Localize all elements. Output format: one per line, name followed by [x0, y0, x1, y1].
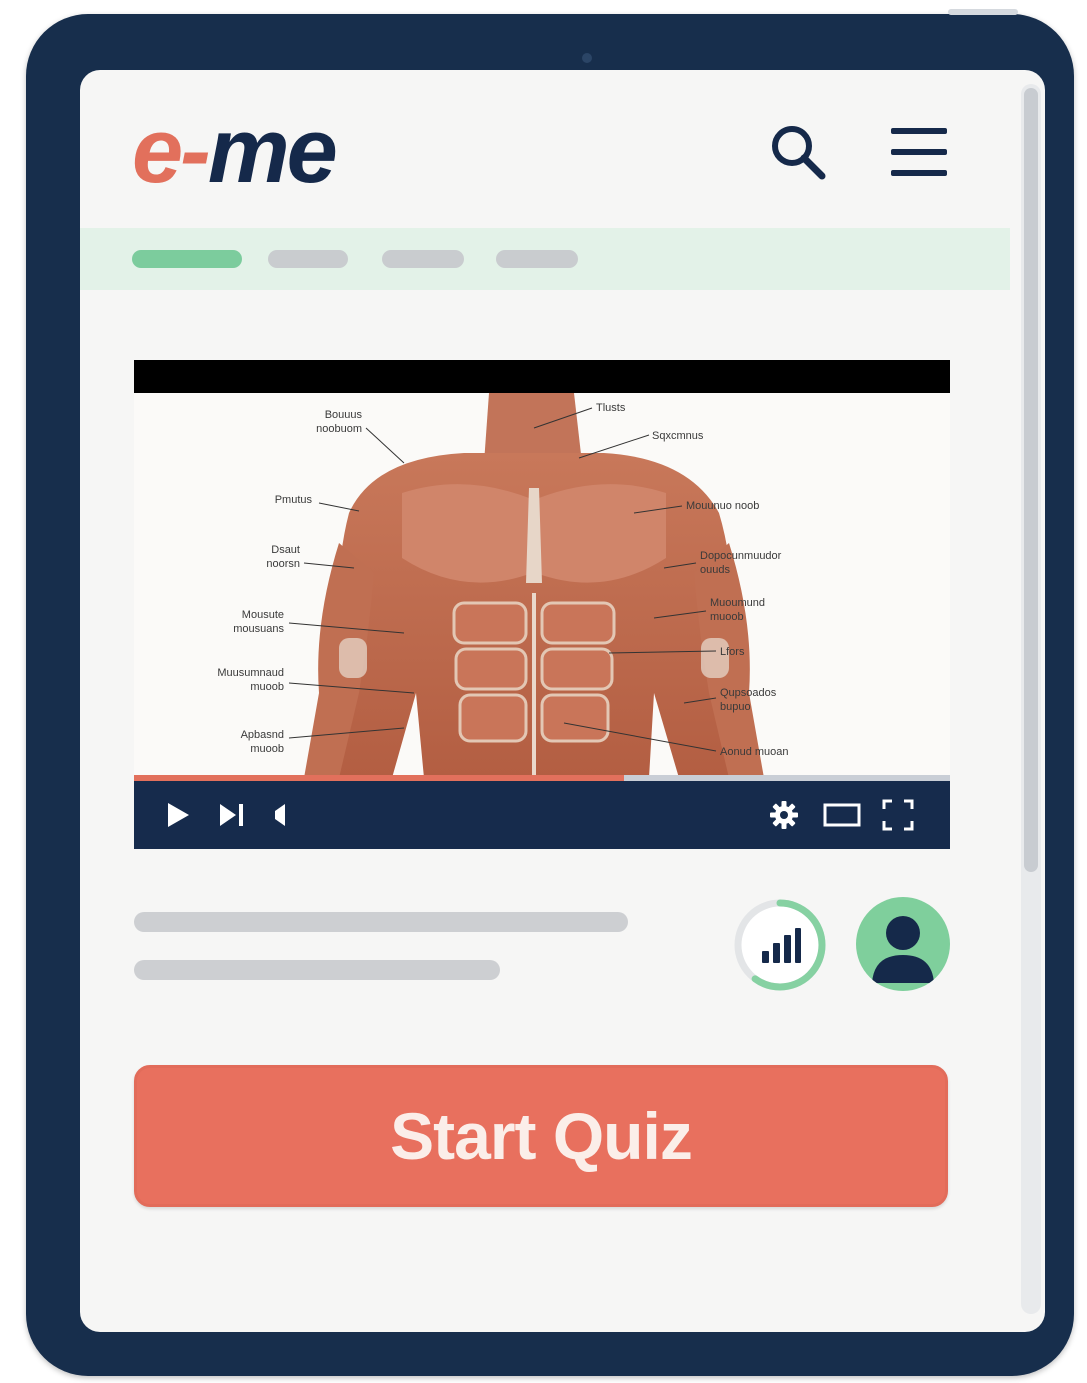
video-frame-anatomy-illustration[interactable]: Bouuus noobuom Pmutus Dsaut noorsn Mousu… — [134, 393, 950, 781]
description-placeholder-line-1 — [134, 912, 628, 932]
svg-text:mousuans: mousuans — [233, 623, 284, 635]
device-side-button — [948, 9, 1018, 15]
hamburger-menu-icon — [891, 128, 947, 176]
svg-text:Tlusts: Tlusts — [596, 402, 626, 414]
theater-mode-button[interactable] — [822, 795, 862, 835]
tab-4[interactable] — [496, 250, 578, 268]
svg-text:ouuds: ouuds — [700, 564, 730, 576]
fullscreen-icon — [882, 799, 914, 831]
svg-text:muoob: muoob — [710, 611, 744, 623]
menu-button[interactable] — [886, 122, 952, 182]
tab-1[interactable] — [132, 250, 242, 268]
skip-next-button[interactable] — [212, 795, 252, 835]
svg-text:Mouunuo noob: Mouunuo noob — [686, 500, 759, 512]
svg-text:muoob: muoob — [250, 743, 284, 755]
svg-text:Bouuus: Bouuus — [325, 409, 363, 421]
scrollbar-thumb[interactable] — [1024, 88, 1038, 872]
svg-text:Muoumund: Muoumund — [710, 597, 765, 609]
play-icon — [168, 803, 189, 827]
profile-avatar[interactable] — [856, 897, 950, 991]
svg-text:noobuom: noobuom — [316, 423, 362, 435]
gear-icon — [770, 801, 798, 829]
search-icon — [772, 126, 826, 180]
svg-text:Lfors: Lfors — [720, 646, 745, 658]
tab-3[interactable] — [382, 250, 464, 268]
progress-stats-button[interactable] — [732, 897, 828, 993]
play-button[interactable] — [158, 795, 198, 835]
muscle-anatomy-illustration: Bouuus noobuom Pmutus Dsaut noorsn Mousu… — [217, 393, 789, 778]
settings-button[interactable] — [764, 795, 804, 835]
front-camera — [582, 53, 592, 63]
volume-button[interactable] — [260, 795, 300, 835]
theater-mode-icon — [823, 803, 861, 827]
svg-text:Apbasnd: Apbasnd — [241, 729, 284, 741]
fullscreen-button[interactable] — [878, 795, 918, 835]
start-quiz-button[interactable]: Start Quiz — [134, 1065, 948, 1207]
app-logo[interactable]: e-me — [132, 105, 338, 197]
svg-text:Dopocunmuudor: Dopocunmuudor — [700, 550, 782, 562]
svg-text:Sqxcmnus: Sqxcmnus — [652, 430, 704, 442]
skip-next-icon — [220, 804, 243, 826]
video-controls — [134, 781, 950, 849]
svg-text:Qupsoados: Qupsoados — [720, 687, 777, 699]
svg-text:Muusumnaud: Muusumnaud — [217, 667, 284, 679]
user-avatar-icon — [872, 916, 934, 983]
svg-text:Aonud muoan: Aonud muoan — [720, 746, 789, 758]
svg-text:bupuo: bupuo — [720, 701, 751, 713]
search-button[interactable] — [766, 120, 830, 184]
description-placeholder-line-2 — [134, 960, 500, 980]
tab-2[interactable] — [268, 250, 348, 268]
app-screen: e-me Bouuus noobuom Pmutus Dsaut noorsn … — [80, 70, 1045, 1332]
logo-prefix: e- — [132, 100, 211, 202]
scrollbar[interactable] — [1021, 84, 1041, 1314]
svg-text:noorsn: noorsn — [266, 558, 300, 570]
svg-text:muoob: muoob — [250, 681, 284, 693]
svg-text:Dsaut: Dsaut — [271, 544, 300, 556]
bar-chart-icon — [762, 928, 801, 963]
logo-suffix: me — [207, 100, 338, 202]
svg-text:Pmutus: Pmutus — [275, 494, 313, 506]
svg-text:Mousute: Mousute — [242, 609, 284, 621]
lesson-tab-bar — [80, 228, 1010, 290]
volume-icon — [275, 804, 285, 826]
video-player[interactable]: Bouuus noobuom Pmutus Dsaut noorsn Mousu… — [134, 360, 950, 849]
